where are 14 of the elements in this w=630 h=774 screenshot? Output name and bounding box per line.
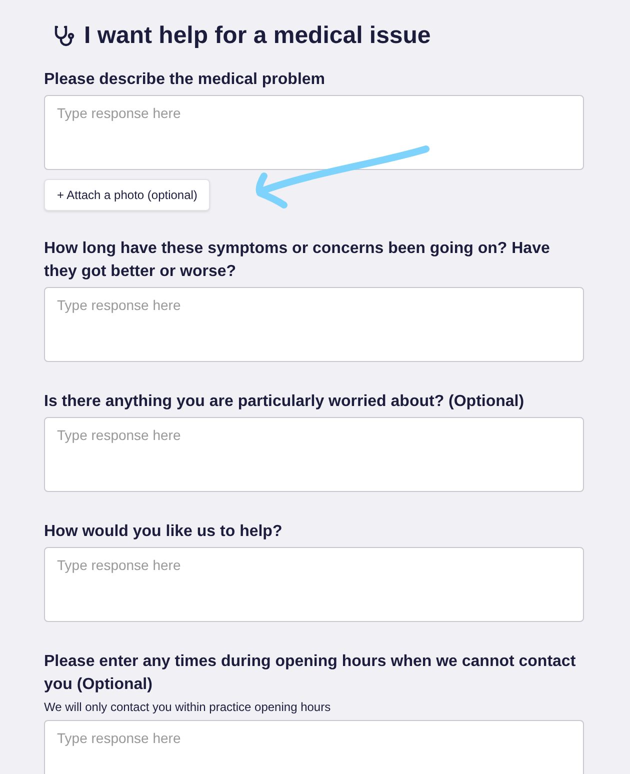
response-field[interactable]: Type response here <box>44 287 584 362</box>
question-label: How would you like us to help? <box>44 522 284 542</box>
question-label: Please describe the medical problem <box>44 70 326 90</box>
question-label: Is there anything you are particularly worried about? (Optional) <box>44 392 526 412</box>
page-title: I want help for a medical issue <box>84 22 431 50</box>
question-label: Please enter any times during opening hours when we cannot contact you (Optional) <box>44 652 577 695</box>
response-field[interactable]: Type response here <box>44 720 584 774</box>
stethoscope-icon <box>52 24 76 48</box>
hint-text: We will only contact you within practice opening hours <box>44 700 332 714</box>
response-field[interactable]: Type response here <box>44 417 584 492</box>
attach-photo-button[interactable]: + Attach a photo (optional) <box>44 179 210 211</box>
response-field[interactable]: Type response here <box>44 95 584 170</box>
question-label: How long have these symptoms or concerns been going on? Have they got better or worse? <box>44 239 551 282</box>
response-field[interactable]: Type response here <box>44 547 584 622</box>
